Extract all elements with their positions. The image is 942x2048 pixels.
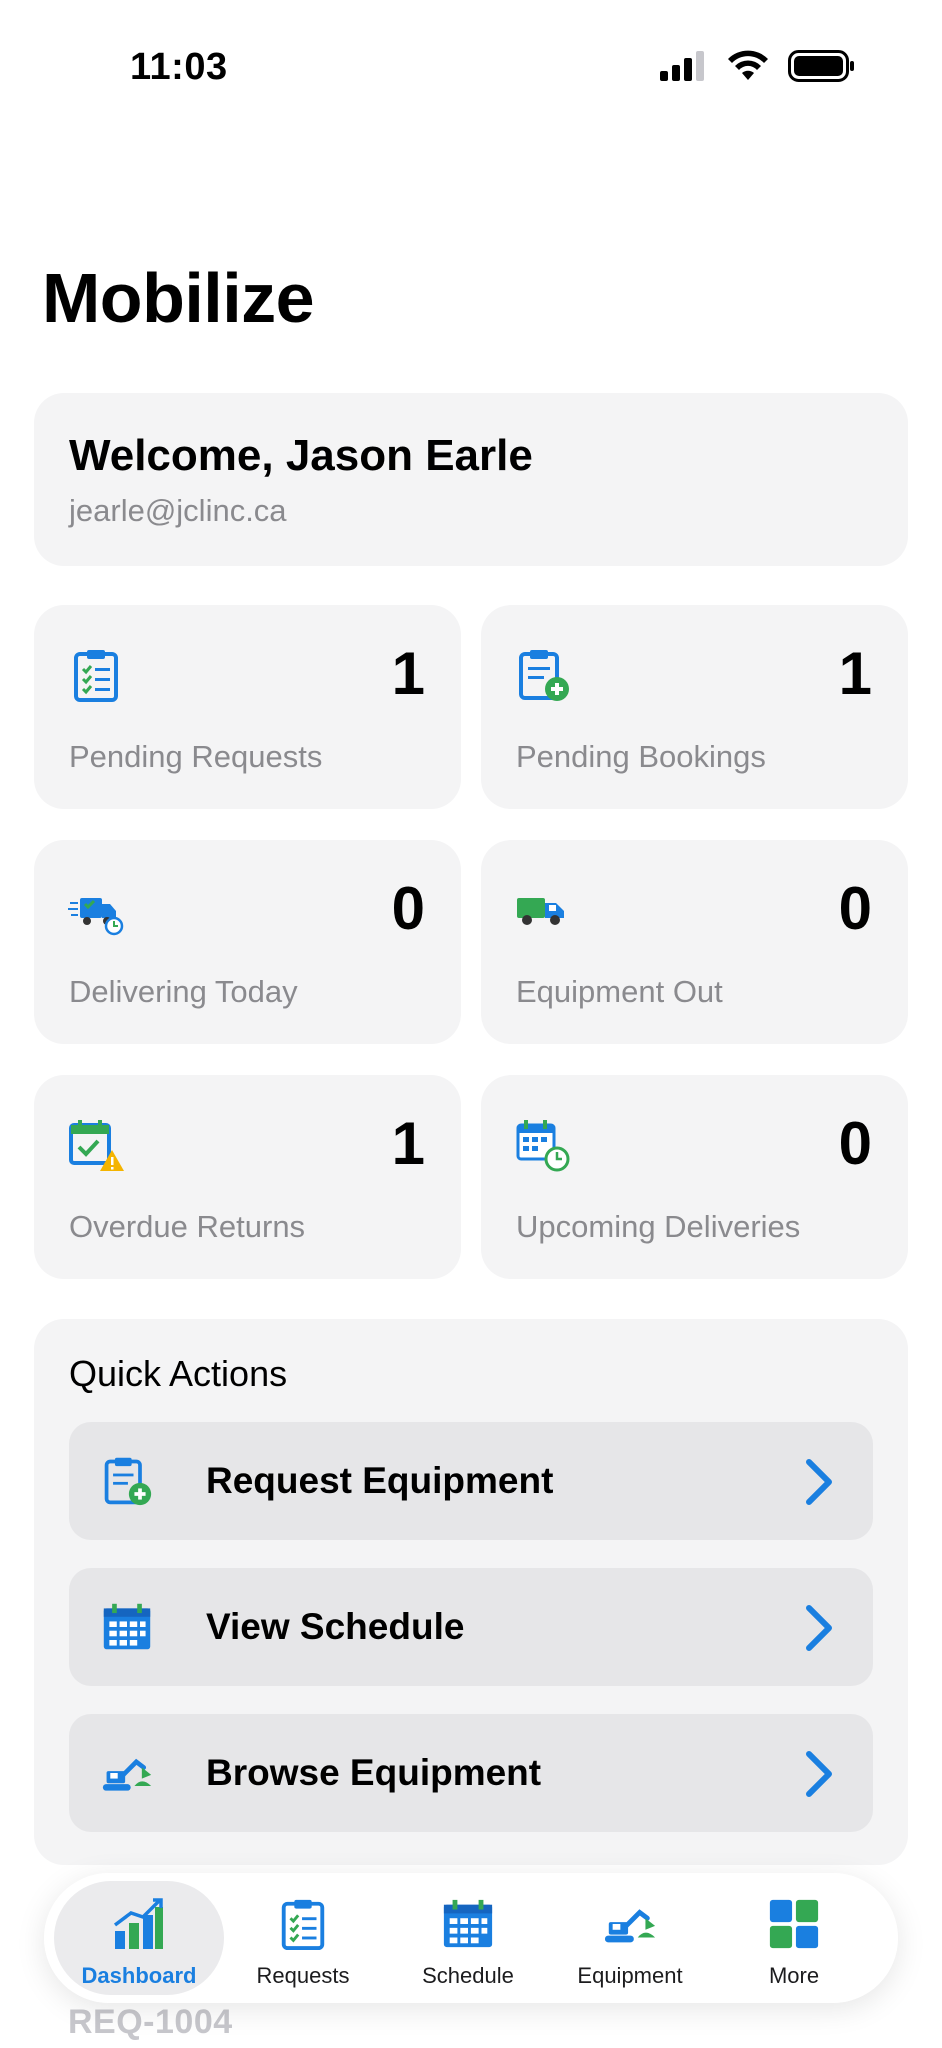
delivery-truck-clock-icon (68, 898, 124, 936)
welcome-email: jearle@jclinc.ca (69, 493, 287, 528)
stat-label: Equipment Out (516, 974, 723, 1009)
tab-equipment[interactable]: Equipment (545, 1881, 715, 1995)
status-icons (660, 50, 856, 82)
request-id-text: REQ-1004 (68, 2003, 233, 2041)
tab-label: Requests (256, 1963, 350, 1988)
tab-label: Equipment (577, 1963, 683, 1988)
tab-more[interactable]: More (709, 1881, 879, 1995)
status-time: 11:03 (130, 46, 228, 88)
stat-value: 1 (391, 1110, 425, 1177)
calendar-icon (443, 1899, 493, 1948)
tab-schedule[interactable]: Schedule (383, 1881, 553, 1995)
excavator-icon (102, 1758, 152, 1791)
stat-label: Overdue Returns (69, 1209, 306, 1244)
stat-label: Upcoming Deliveries (516, 1209, 801, 1244)
excavator-icon (604, 1909, 656, 1943)
welcome-card: Welcome, Jason Earle jearle@jclinc.ca (34, 393, 908, 566)
clipboard-plus-icon (104, 1457, 152, 1506)
cellular-signal-icon (660, 51, 704, 81)
stat-card-overdue-returns[interactable]: 1 Overdue Returns (34, 1075, 461, 1279)
bar-chart-icon (113, 1898, 163, 1949)
calendar-clock-icon (516, 1120, 570, 1172)
tab-dashboard[interactable]: Dashboard (54, 1881, 224, 1995)
quick-actions-card: Quick Actions Request Equipment View Sch… (34, 1319, 908, 1865)
clipboard-checklist-icon (281, 1899, 325, 1951)
quick-action-label: Request Equipment (206, 1460, 554, 1501)
stat-card-equipment-out[interactable]: 0 Equipment Out (481, 840, 908, 1044)
quick-action-label: Browse Equipment (206, 1752, 542, 1793)
browse-equipment-button[interactable]: Browse Equipment (69, 1714, 873, 1832)
tab-label: Dashboard (81, 1963, 197, 1988)
view-schedule-button[interactable]: View Schedule (69, 1568, 873, 1686)
stat-value: 0 (838, 1110, 872, 1177)
calendar-check-warning-icon (69, 1120, 124, 1171)
stat-label: Pending Requests (69, 739, 323, 774)
tab-bar: Dashboard Requests Schedule Equipment Mo… (44, 1873, 898, 2003)
calendar-icon (103, 1603, 151, 1650)
stat-value: 1 (391, 640, 425, 707)
grid-icon (769, 1899, 819, 1949)
stat-label: Pending Bookings (516, 739, 766, 774)
quick-actions-title: Quick Actions (69, 1353, 288, 1394)
tab-label: Schedule (422, 1963, 514, 1988)
stat-card-pending-requests[interactable]: 1 Pending Requests (34, 605, 461, 809)
chevron-right-icon (806, 1605, 832, 1651)
clipboard-checklist-icon (74, 650, 118, 702)
clipboard-plus-icon (519, 650, 569, 701)
quick-action-label: View Schedule (206, 1606, 465, 1647)
truck-icon (517, 898, 564, 925)
page-title: Mobilize (42, 259, 315, 337)
stat-label: Delivering Today (69, 974, 298, 1009)
request-equipment-button[interactable]: Request Equipment (69, 1422, 873, 1540)
stat-card-pending-bookings[interactable]: 1 Pending Bookings (481, 605, 908, 809)
chevron-right-icon (806, 1751, 832, 1797)
tab-label: More (768, 1963, 820, 1988)
status-bar: 11:03 (0, 0, 942, 140)
wifi-icon (728, 50, 768, 80)
welcome-title: Welcome, Jason Earle (69, 431, 533, 480)
stat-value: 0 (838, 875, 872, 942)
battery-icon (788, 50, 854, 82)
stat-value: 1 (838, 640, 872, 707)
stat-card-delivering-today[interactable]: 0 Delivering Today (34, 840, 461, 1044)
stat-value: 0 (391, 875, 425, 942)
tab-requests[interactable]: Requests (218, 1881, 388, 1995)
chevron-right-icon (806, 1459, 832, 1505)
stat-card-upcoming-deliveries[interactable]: 0 Upcoming Deliveries (481, 1075, 908, 1279)
